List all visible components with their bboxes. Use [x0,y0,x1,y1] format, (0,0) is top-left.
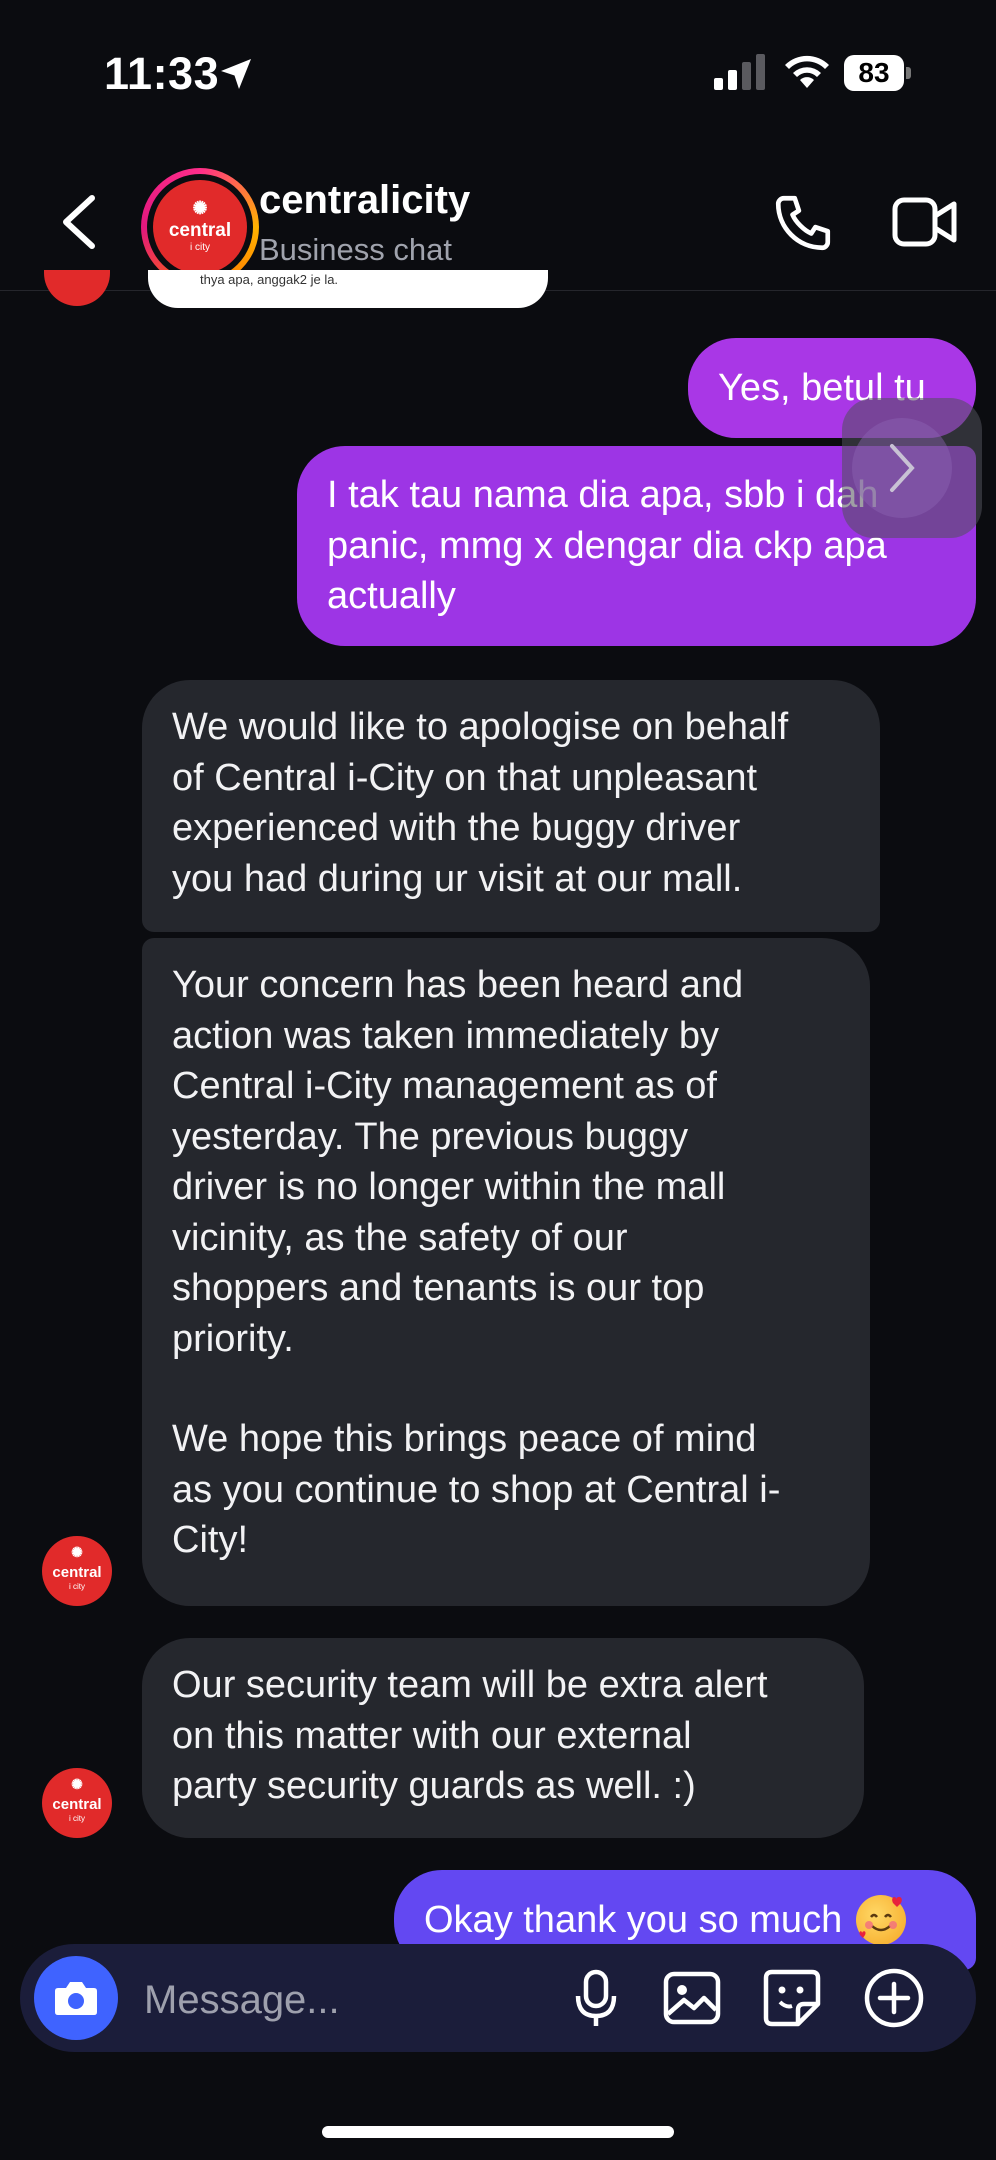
status-time: 11:33 [104,48,220,99]
logo-subtext: i city [190,242,210,253]
phone-call-icon[interactable] [770,190,836,256]
battery-nub [906,67,911,79]
camera-icon [55,1982,97,2015]
chevron-right-icon [890,444,915,492]
message-text: Your concern has been heard and action w… [172,964,744,1360]
centralicity-logo: ✺ central i city [153,180,247,274]
chat-title[interactable]: centralicity [259,178,470,223]
incoming-message[interactable]: Our security team will be extra alert on… [142,1638,864,1838]
logo-text: central [168,220,232,241]
battery-level: 83 [844,55,904,91]
sticker-icon[interactable] [760,1966,824,2030]
location-arrow-icon [221,59,251,89]
business-avatar-cutoff [44,270,110,306]
chat-subtitle: Business chat [259,232,452,267]
smiling-face-with-hearts-icon [856,1895,907,1945]
camera-button[interactable] [34,1956,118,2040]
video-call-icon[interactable] [892,194,958,250]
logo-subtext: i city [69,1582,85,1591]
incoming-message[interactable]: Your concern has been heard and action w… [142,938,870,1606]
cutoff-image-message[interactable]: thya apa, anggak2 je la. [148,270,548,308]
home-indicator[interactable] [322,2126,674,2138]
add-plus-icon[interactable] [862,1966,926,2030]
gallery-icon[interactable] [660,1966,724,2030]
message-text: We would like to apologise on behalf of … [172,706,789,900]
cellular-signal-icon [714,54,765,90]
logo-rays-icon: ✺ [192,198,208,218]
logo-text: central [52,1564,102,1581]
message-text: We hope this brings peace of mind as you… [172,1418,781,1561]
logo-text: central [52,1796,102,1813]
message-text: Okay thank you so much [424,1898,843,1941]
message-text: Our security team will be extra alert on… [172,1664,768,1807]
incoming-message[interactable]: We would like to apologise on behalf of … [142,680,880,932]
wifi-icon [785,55,829,88]
battery-indicator: 83 [844,55,912,91]
logo-rays-icon: ✺ [71,1776,83,1792]
back-chevron-icon[interactable] [56,192,104,252]
business-avatar[interactable]: ✺ central i city [42,1536,112,1606]
profile-avatar[interactable]: ✺ central i city [141,168,259,286]
microphone-icon[interactable] [564,1966,628,2030]
message-input[interactable] [142,1972,526,2028]
logo-rays-icon: ✺ [71,1544,83,1560]
cutoff-text: thya apa, anggak2 je la. [200,272,339,287]
logo-subtext: i city [69,1814,85,1823]
forward-button[interactable] [842,398,982,538]
business-avatar[interactable]: ✺ central i city [42,1768,112,1838]
